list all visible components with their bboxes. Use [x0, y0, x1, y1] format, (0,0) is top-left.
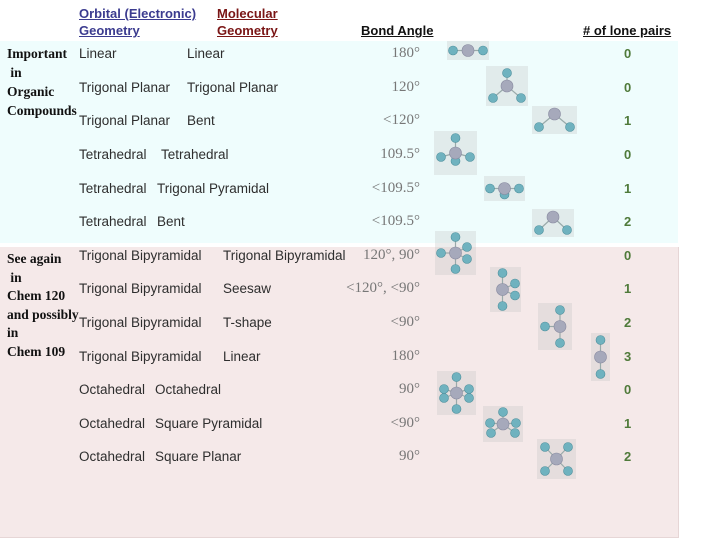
molecular-geometry-cell: Square Planar	[155, 449, 242, 464]
bond-angle-cell: 180°	[391, 348, 421, 364]
orbital-geometry-cell: Tetrahedral	[79, 214, 147, 229]
lone-pairs-cell: 3	[624, 349, 632, 364]
t-shape-molecule-icon	[538, 303, 572, 350]
bond-angle-cell: 120°	[391, 79, 421, 95]
molecular-geometry-cell: Square Pyramidal	[155, 416, 263, 431]
molecular-header-line2: Geometry	[217, 23, 278, 38]
bond-angle-cell: <120°	[383, 112, 420, 128]
orbital-geometry-cell: Trigonal Bipyramidal	[79, 349, 202, 364]
tetrahedral-molecule-icon	[434, 131, 477, 175]
molecular-geometry-cell: Bent	[187, 113, 215, 128]
molecular-geometry-cell: Seesaw	[223, 281, 272, 296]
bond-angle-cell: 90°	[399, 381, 420, 397]
molecular-geometry-cell: Bent	[157, 214, 185, 229]
lone-pairs-cell: 0	[624, 46, 632, 61]
bond-angle-cell: 109.5°	[380, 146, 420, 162]
linear-molecule-icon	[591, 333, 610, 381]
organic-compounds-band	[0, 41, 678, 243]
molecular-geometry-cell: Tetrahedral	[161, 147, 229, 162]
chem120-group-label: See again in Chem 120 and possibly in Ch…	[7, 251, 79, 359]
orbital-geometry-cell: Octahedral	[79, 449, 146, 464]
bond-angle-cell: <90°	[390, 415, 420, 431]
orbital-geometry-cell: Octahedral	[79, 382, 146, 397]
lone-pairs-header: # of lone pairs	[583, 23, 672, 38]
lone-pairs-cell: 1	[624, 416, 632, 431]
bond-angle-cell: 120°, 90°	[363, 247, 420, 263]
orbital-geometry-cell: Octahedral	[79, 416, 146, 431]
orbital-geometry-cell: Trigonal Bipyramidal	[79, 248, 202, 263]
organic-group-label: Important in Organic Compounds	[7, 46, 77, 118]
bond-angle-cell: <109.5°	[371, 180, 420, 196]
seesaw-molecule-icon	[490, 267, 521, 312]
trigonal-planar-molecule-icon	[486, 66, 528, 106]
trigonal-bipyramidal-molecule-icon	[435, 231, 476, 275]
lone-pairs-cell: 0	[624, 248, 632, 263]
octahedral-molecule-icon	[437, 371, 476, 415]
bond-angle-cell: 90°	[399, 448, 420, 464]
bond-angle-header: Bond Angle	[361, 23, 434, 38]
molecular-geometry-header: Molecular Geometry	[217, 5, 278, 39]
orbital-header-line1: Orbital (Electronic)	[79, 6, 197, 21]
square-pyramidal-molecule-icon	[483, 406, 523, 442]
orbital-geometry-cell: Linear	[79, 46, 117, 61]
molecular-geometry-cell: Octahedral	[155, 382, 222, 397]
linear-molecule-icon	[447, 41, 489, 60]
orbital-geometry-header: Orbital (Electronic) Geometry	[79, 5, 196, 39]
molecular-header-line1: Molecular	[217, 6, 278, 21]
molecular-geometry-cell: Trigonal Planar	[187, 80, 279, 95]
molecular-geometry-cell: Linear	[223, 349, 261, 364]
lone-pairs-cell: 1	[624, 113, 632, 128]
bond-angle-cell: 180°	[391, 45, 421, 61]
lone-pairs-cell: 0	[624, 80, 632, 95]
molecular-geometry-cell: T-shape	[223, 315, 272, 330]
lone-pairs-cell: 2	[624, 315, 632, 330]
lone-pairs-cell: 0	[624, 147, 632, 162]
square-planar-molecule-icon	[537, 439, 576, 479]
orbital-geometry-cell: Trigonal Planar	[79, 80, 171, 95]
lone-pairs-cell: 2	[624, 214, 632, 229]
bond-angle-cell: <109.5°	[371, 213, 420, 229]
bent-molecule-icon	[532, 106, 577, 134]
bond-angle-cell: <120°, <90°	[346, 280, 420, 296]
orbital-geometry-cell: Trigonal Bipyramidal	[79, 281, 202, 296]
orbital-geometry-cell: Trigonal Planar	[79, 113, 171, 128]
trigonal-pyramidal-molecule-icon	[484, 176, 525, 201]
molecular-geometry-cell: Trigonal Bipyramidal	[223, 248, 346, 263]
lone-pairs-cell: 0	[624, 382, 632, 397]
lone-pairs-cell: 1	[624, 281, 632, 296]
orbital-header-line2: Geometry	[79, 23, 140, 38]
molecular-geometry-cell: Trigonal Pyramidal	[157, 181, 270, 196]
orbital-geometry-cell: Tetrahedral	[79, 147, 147, 162]
orbital-geometry-cell: Trigonal Bipyramidal	[79, 315, 202, 330]
molecular-geometry-cell: Linear	[187, 46, 225, 61]
lone-pairs-cell: 1	[624, 181, 632, 196]
orbital-geometry-cell: Tetrahedral	[79, 181, 147, 196]
lone-pairs-cell: 2	[624, 449, 632, 464]
bent-molecule-icon	[532, 209, 574, 237]
bond-angle-cell: <90°	[390, 314, 420, 330]
